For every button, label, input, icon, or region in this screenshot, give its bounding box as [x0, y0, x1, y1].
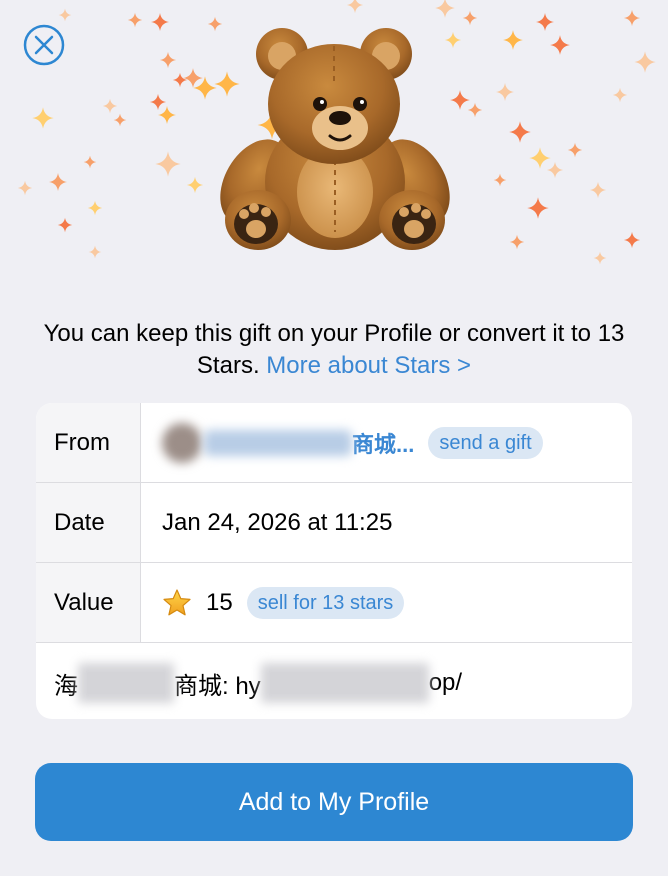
- sparkle-icon: [634, 51, 656, 73]
- sparkle-icon: [32, 107, 54, 129]
- teddy-bear-icon: [220, 22, 450, 254]
- sender-name[interactable]: 商城...: [352, 427, 414, 459]
- value-row: Value 15 sell for 13 stars: [36, 563, 632, 643]
- sparkle-icon: [503, 30, 523, 50]
- star-icon: [163, 589, 191, 616]
- gift-note: 海 商城: hy op/: [54, 643, 462, 719]
- gift-description: You can keep this gift on your Profile o…: [20, 318, 648, 382]
- sparkle-icon: [462, 10, 478, 26]
- from-row: From 商城... send a gift: [36, 403, 632, 483]
- sparkle-icon: [493, 173, 507, 187]
- sparkle-icon: [435, 0, 455, 18]
- sparkle-icon: [49, 173, 67, 191]
- close-button[interactable]: [22, 23, 66, 67]
- sparkle-icon: [151, 13, 169, 31]
- add-to-profile-button[interactable]: Add to My Profile: [35, 763, 633, 841]
- avatar[interactable]: [162, 423, 202, 463]
- sparkle-icon: [58, 8, 72, 22]
- sparkle-icon: [159, 51, 177, 69]
- redacted-text: [260, 663, 429, 703]
- date-value: Jan 24, 2026 at 11:25: [162, 509, 393, 536]
- sparkle-icon: [88, 245, 102, 259]
- sparkle-icon: [612, 87, 628, 103]
- sparkle-icon: [57, 217, 73, 233]
- note-middle: 商城: hy: [174, 672, 261, 700]
- redacted-sender-name: [204, 430, 352, 456]
- sparkle-icon: [127, 12, 143, 28]
- value-label: Value: [54, 589, 114, 616]
- sparkle-icon: [87, 200, 103, 216]
- date-label: Date: [54, 509, 105, 536]
- close-circle-icon: [23, 24, 65, 66]
- sparkle-icon: [186, 176, 204, 194]
- sparkle-icon: [567, 142, 583, 158]
- note-row: 海 商城: hy op/: [36, 643, 632, 719]
- sparkle-icon: [623, 231, 641, 249]
- sparkle-icon: [509, 234, 525, 250]
- sparkle-icon: [467, 102, 483, 118]
- sparkle-icon: [536, 13, 554, 31]
- sparkle-icon: [102, 98, 118, 114]
- sparkle-icon: [593, 251, 607, 265]
- redacted-text: [78, 663, 174, 703]
- sparkle-icon: [623, 9, 641, 27]
- sparkle-icon: [158, 106, 176, 124]
- from-value: 商城... send a gift: [162, 403, 543, 483]
- sparkle-icon: [589, 181, 607, 199]
- more-about-stars-link[interactable]: More about Stars >: [266, 352, 471, 379]
- sparkle-icon: [83, 155, 97, 169]
- date-row: Date Jan 24, 2026 at 11:25: [36, 483, 632, 563]
- sparkle-icon: [546, 161, 564, 179]
- sparkle-icon: [346, 0, 364, 14]
- note-suffix: op/: [428, 669, 463, 696]
- sparkle-icon: [550, 35, 570, 55]
- note-prefix: 海: [54, 672, 78, 700]
- sell-for-stars-button[interactable]: sell for 13 stars: [246, 587, 405, 619]
- sparkle-icon: [509, 121, 531, 143]
- sparkle-icon: [113, 113, 127, 127]
- gift-details-table: From 商城... send a gift Date Jan 24, 2026…: [36, 403, 632, 719]
- sparkle-icon: [155, 151, 181, 177]
- value-amount: 15: [206, 589, 233, 616]
- send-gift-button[interactable]: send a gift: [428, 427, 543, 459]
- sparkle-icon: [496, 83, 514, 101]
- sparkle-icon: [17, 180, 33, 196]
- from-label: From: [54, 429, 110, 456]
- gift-hero: [0, 0, 668, 300]
- sparkle-icon: [527, 197, 549, 219]
